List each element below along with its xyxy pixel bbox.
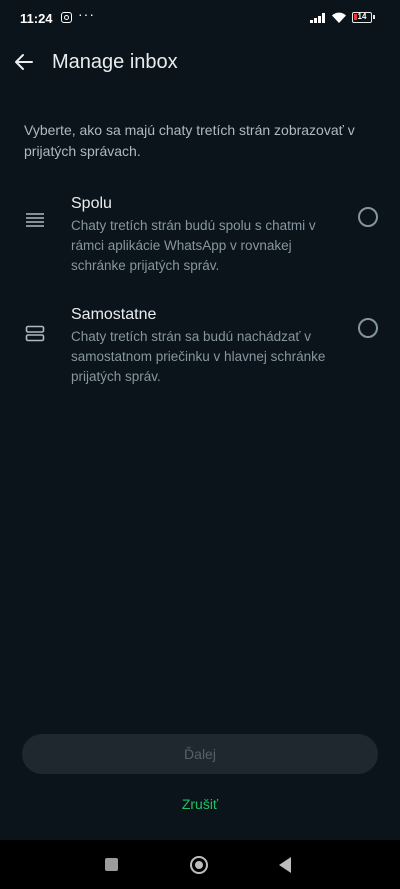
option-description: Chaty tretích strán budú spolu s chatmi …	[71, 218, 316, 273]
cancel-button[interactable]: Zrušiť	[0, 796, 400, 812]
wifi-icon	[332, 12, 346, 23]
radio-button-spolu[interactable]	[358, 207, 378, 227]
back-triangle-icon[interactable]	[279, 857, 291, 873]
battery-icon: 14	[352, 12, 375, 23]
option-title: Samostatne	[71, 306, 157, 323]
option-description: Chaty tretích strán sa budú nachádzať v …	[71, 329, 326, 384]
radio-button-samostatne[interactable]	[358, 318, 378, 338]
arrow-left-icon[interactable]	[12, 50, 36, 74]
recents-icon[interactable]	[105, 858, 118, 871]
split-boxes-icon	[25, 325, 45, 342]
home-icon[interactable]	[190, 856, 208, 874]
description-text: Vyberte, ako sa majú chaty tretích strán…	[24, 122, 355, 159]
page-title: Manage inbox	[52, 51, 178, 73]
app-bar: Manage inbox	[0, 38, 400, 90]
next-button[interactable]: Ďalej	[22, 734, 378, 774]
more-notifications-icon: ···	[78, 6, 95, 22]
option-samostatne[interactable]: Samostatne Chaty tretích strán sa budú n…	[0, 306, 400, 386]
system-nav-bar	[0, 840, 400, 889]
status-bar: 11:24 ··· 14	[0, 0, 400, 38]
instagram-icon	[61, 12, 72, 23]
signal-icon	[310, 13, 326, 23]
option-spolu[interactable]: Spolu Chaty tretích strán budú spolu s c…	[0, 195, 400, 275]
battery-level: 14	[357, 12, 367, 21]
option-title: Spolu	[71, 195, 112, 212]
list-lines-icon	[26, 213, 44, 227]
status-time: 11:24	[20, 11, 53, 26]
